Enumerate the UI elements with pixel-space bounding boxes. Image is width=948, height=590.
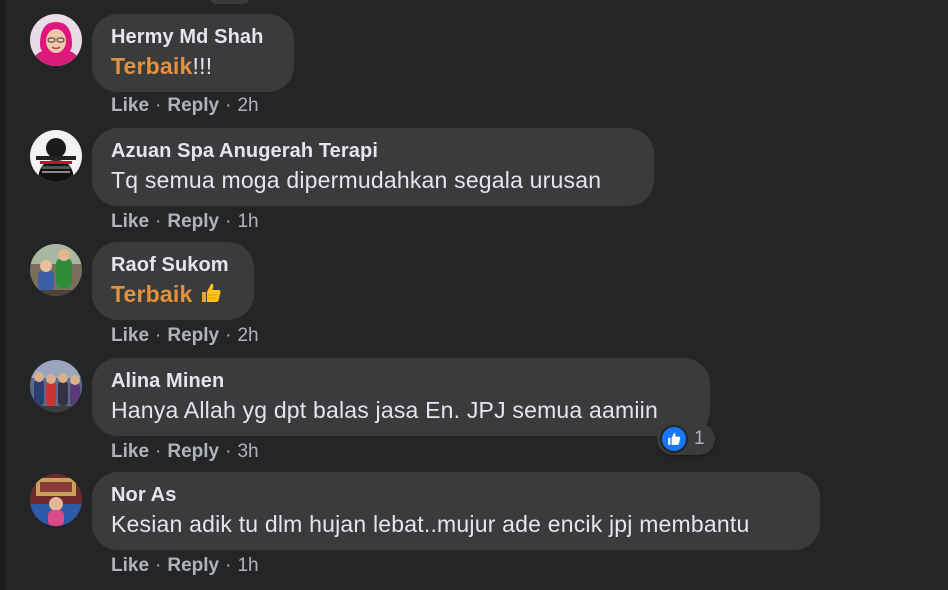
highlighted-word[interactable]: Terbaik bbox=[111, 281, 193, 307]
comment-text: Terbaik bbox=[111, 278, 235, 313]
comment-actions: Like · Reply · 1h bbox=[111, 210, 259, 234]
comment-author[interactable]: Alina Minen bbox=[111, 368, 691, 394]
avatar[interactable] bbox=[30, 14, 82, 66]
like-button[interactable]: Like bbox=[111, 441, 149, 462]
avatar[interactable] bbox=[30, 130, 82, 182]
separator-dot: · bbox=[225, 555, 232, 576]
separator-dot: · bbox=[225, 95, 232, 116]
comment-bubble: Alina Minen Hanya Allah yg dpt balas jas… bbox=[92, 358, 710, 436]
comment-timestamp[interactable]: 1h bbox=[237, 211, 258, 232]
comment-timestamp[interactable]: 1h bbox=[237, 555, 258, 576]
separator-dot: · bbox=[155, 441, 162, 462]
comment-timestamp[interactable]: 2h bbox=[237, 95, 258, 116]
comment-actions: Like · Reply · 1h bbox=[111, 554, 259, 578]
comment-timestamp[interactable]: 3h bbox=[237, 441, 258, 462]
separator-dot: · bbox=[225, 325, 232, 346]
separator-dot: · bbox=[155, 555, 162, 576]
separator-dot: · bbox=[225, 441, 232, 462]
avatar[interactable] bbox=[30, 360, 82, 412]
previous-comment-fragment bbox=[210, 0, 250, 4]
separator-dot: · bbox=[155, 211, 162, 232]
avatar[interactable] bbox=[30, 244, 82, 296]
comment-actions: Like · Reply · 3h bbox=[111, 440, 259, 464]
reply-button[interactable]: Reply bbox=[167, 95, 219, 116]
like-button[interactable]: Like bbox=[111, 325, 149, 346]
comment-author[interactable]: Nor As bbox=[111, 482, 801, 508]
comment-bubble: Azuan Spa Anugerah Terapi Tq semua moga … bbox=[92, 128, 654, 206]
highlighted-word[interactable]: Terbaik bbox=[111, 53, 193, 79]
comment-author[interactable]: Azuan Spa Anugerah Terapi bbox=[111, 138, 635, 164]
avatar[interactable] bbox=[30, 474, 82, 526]
comment-actions: Like · Reply · 2h bbox=[111, 94, 259, 118]
comment-bubble: Raof Sukom Terbaik bbox=[92, 242, 254, 320]
reply-button[interactable]: Reply bbox=[167, 555, 219, 576]
comment-text: Terbaik!!! bbox=[111, 50, 275, 82]
reaction-summary[interactable]: 1 bbox=[657, 423, 715, 455]
thumbs-up-emoji-icon bbox=[199, 281, 223, 313]
panel-edge bbox=[0, 0, 6, 590]
reply-button[interactable]: Reply bbox=[167, 211, 219, 232]
like-button[interactable]: Like bbox=[111, 95, 149, 116]
comments-panel: Hermy Md Shah Terbaik!!! Like · Reply · 2h A… bbox=[0, 0, 948, 590]
separator-dot: · bbox=[155, 95, 162, 116]
like-icon bbox=[660, 425, 688, 453]
comment-actions: Like · Reply · 2h bbox=[111, 324, 259, 348]
comment-author[interactable]: Raof Sukom bbox=[111, 252, 235, 278]
reaction-count: 1 bbox=[694, 428, 705, 449]
comment-bubble: Hermy Md Shah Terbaik!!! bbox=[92, 14, 294, 92]
comment-text-rest: !!! bbox=[192, 53, 213, 79]
like-button[interactable]: Like bbox=[111, 211, 149, 232]
reply-button[interactable]: Reply bbox=[167, 441, 219, 462]
comment-text: Hanya Allah yg dpt balas jasa En. JPJ se… bbox=[111, 397, 658, 423]
comment-timestamp[interactable]: 2h bbox=[237, 325, 258, 346]
reply-button[interactable]: Reply bbox=[167, 325, 219, 346]
comment-bubble: Nor As Kesian adik tu dlm hujan lebat..m… bbox=[92, 472, 820, 550]
comment-text: Tq semua moga dipermudahkan segala urusa… bbox=[111, 167, 602, 193]
like-button[interactable]: Like bbox=[111, 555, 149, 576]
separator-dot: · bbox=[225, 211, 232, 232]
comment-text: Kesian adik tu dlm hujan lebat..mujur ad… bbox=[111, 511, 750, 537]
separator-dot: · bbox=[155, 325, 162, 346]
comment-author[interactable]: Hermy Md Shah bbox=[111, 24, 275, 50]
